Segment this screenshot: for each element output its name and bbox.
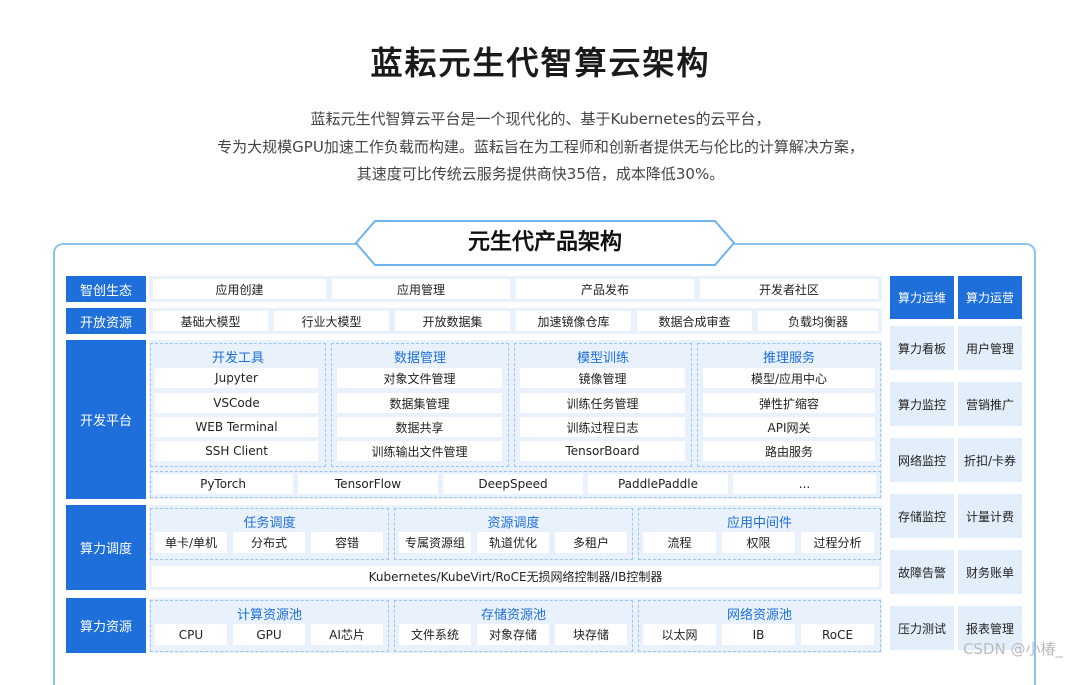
group-title: 开发工具: [211, 351, 264, 366]
network-pool-item: 以太网: [643, 624, 716, 645]
storage-pool-item: 块存储: [555, 624, 627, 645]
training-item: TensorBoard: [520, 441, 685, 461]
open-resource-item: 基础大模型: [153, 311, 268, 331]
ops-item: 故障告警: [890, 550, 954, 594]
training-item: 镜像管理: [520, 368, 685, 388]
row-label-dev-platform: 开发平台: [66, 340, 146, 499]
group-title: 任务调度: [243, 516, 296, 531]
middleware-item: 流程: [643, 532, 716, 553]
inference-item: 弹性扩缩容: [703, 393, 875, 413]
res-sched-item: 专属资源组: [399, 532, 471, 553]
group-title: 应用中间件: [726, 516, 792, 531]
open-resource-item: 加速镜像仓库: [516, 311, 631, 331]
middleware-item: 过程分析: [801, 532, 874, 553]
group-title: 模型训练: [576, 351, 629, 366]
open-resource-item: 负载均衡器: [758, 311, 878, 331]
group-title: 推理服务: [762, 351, 815, 366]
page-title: 蓝耘元生代智算云架构: [370, 44, 711, 82]
framework-item: DeepSpeed: [443, 474, 583, 494]
ops-item: 算力监控: [890, 382, 954, 426]
data-mgmt-item: 数据共享: [337, 417, 502, 437]
compute-pool-item: AI芯片: [311, 624, 383, 645]
diagram-title-banner: 元生代产品架构: [355, 220, 735, 266]
res-sched-item: 轨道优化: [477, 532, 549, 553]
watermark: CSDN @小椿_: [962, 640, 1063, 658]
ecosystem-item: 产品发布: [516, 279, 694, 299]
inference-item: 模型/应用中心: [703, 368, 875, 388]
storage-pool-item: 对象存储: [477, 624, 549, 645]
dev-tool-item: Jupyter: [155, 368, 318, 388]
middleware-item: 权限: [722, 532, 795, 553]
ops-item: 网络监控: [890, 438, 954, 482]
operations-column-header: 算力运营: [958, 276, 1022, 319]
ops-column-header: 算力运维: [890, 276, 954, 319]
task-sched-item: 容错: [311, 532, 383, 553]
network-pool-item: IB: [722, 624, 795, 645]
row-label-scheduling: 算力调度: [66, 505, 146, 590]
description-line-1: 蓝耘元生代智算云平台是一个现代化的、基于Kubernetes的云平台，: [310, 110, 771, 128]
ecosystem-item: 开发者社区: [700, 279, 878, 299]
compute-pool-item: CPU: [155, 624, 227, 645]
group-title: 数据管理: [393, 351, 446, 366]
description-line-3: 其速度可比传统云服务提供商快35倍，成本降低30%。: [356, 165, 725, 183]
diagram-title: 元生代产品架构: [467, 230, 622, 255]
operations-item: 财务账单: [958, 550, 1022, 594]
group-title: 网络资源池: [726, 608, 792, 623]
dev-tool-item: VSCode: [155, 393, 318, 413]
row-label-compute-resources: 算力资源: [66, 598, 146, 653]
network-pool-item: RoCE: [801, 624, 874, 645]
data-mgmt-item: 对象文件管理: [337, 368, 502, 388]
ops-item: 算力看板: [890, 326, 954, 370]
framework-item: ...: [733, 474, 876, 494]
ecosystem-item: 应用管理: [332, 279, 510, 299]
dev-tool-item: WEB Terminal: [155, 417, 318, 437]
inference-item: API网关: [703, 417, 875, 437]
framework-item: TensorFlow: [298, 474, 438, 494]
data-mgmt-item: 数据集管理: [337, 393, 502, 413]
operations-item: 用户管理: [958, 326, 1022, 370]
data-mgmt-item: 训练输出文件管理: [337, 441, 502, 461]
task-sched-item: 单卡/单机: [155, 532, 227, 553]
res-sched-item: 多租户: [555, 532, 627, 553]
row-label-ecosystem: 智创生态: [66, 276, 146, 302]
k8s-controllers-bar: Kubernetes/KubeVirt/RoCE无损网络控制器/IB控制器: [152, 566, 879, 587]
compute-pool-item: GPU: [233, 624, 305, 645]
operations-item: 营销推广: [958, 382, 1022, 426]
group-title: 计算资源池: [236, 608, 302, 623]
row-label-open-resources: 开放资源: [66, 308, 146, 334]
group-title: 存储资源池: [480, 608, 546, 623]
storage-pool-item: 文件系统: [399, 624, 471, 645]
framework-item: PyTorch: [153, 474, 293, 494]
ecosystem-item: 应用创建: [153, 279, 326, 299]
group-title: 资源调度: [487, 516, 540, 531]
dev-tool-item: SSH Client: [155, 441, 318, 461]
operations-item: 折扣/卡券: [958, 438, 1022, 482]
training-item: 训练任务管理: [520, 393, 685, 413]
framework-item: PaddlePaddle: [588, 474, 728, 494]
ops-item: 压力测试: [890, 606, 954, 650]
task-sched-item: 分布式: [233, 532, 305, 553]
open-resource-item: 数据合成审查: [637, 311, 752, 331]
training-item: 训练过程日志: [520, 417, 685, 437]
ops-item: 存储监控: [890, 494, 954, 538]
operations-item: 计量计费: [958, 494, 1022, 538]
open-resource-item: 行业大模型: [274, 311, 389, 331]
description-line-2: 专为大规模GPU加速工作负载而构建。蓝耘旨在为工程师和创新者提供无与伦比的计算解…: [217, 138, 864, 156]
inference-item: 路由服务: [703, 441, 875, 461]
open-resource-item: 开放数据集: [395, 311, 510, 331]
